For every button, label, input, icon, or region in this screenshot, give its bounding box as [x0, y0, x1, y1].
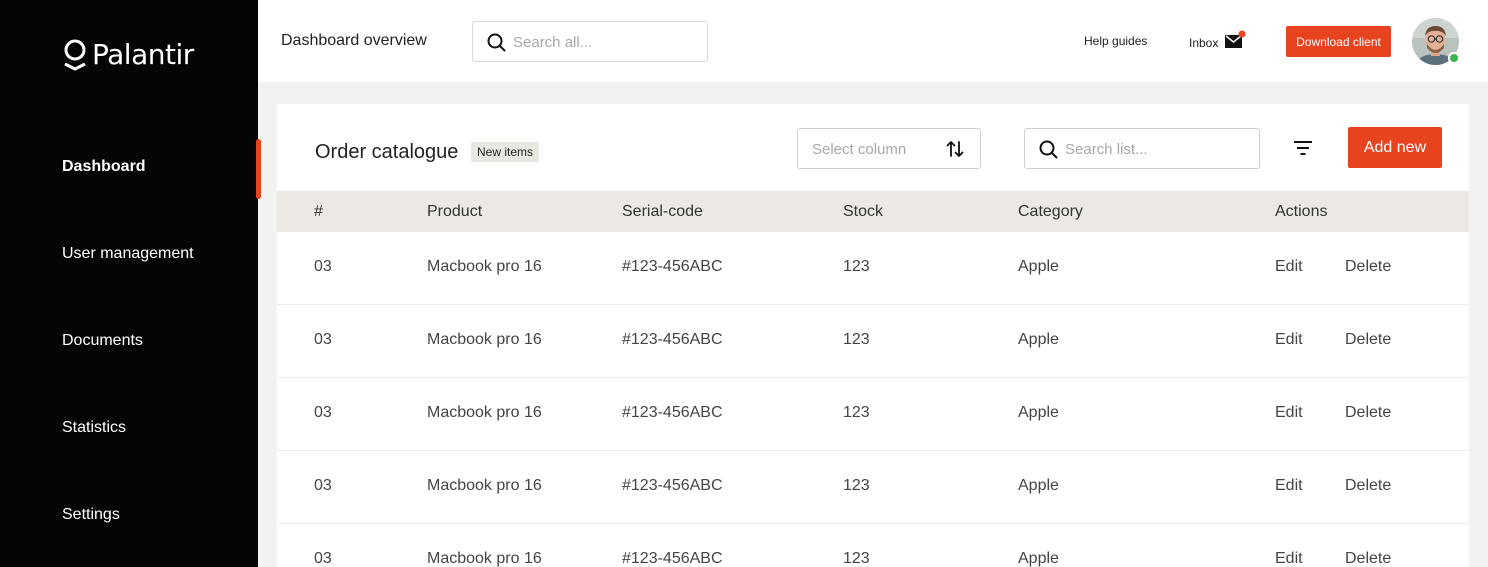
top-bar: Dashboard overview Help guides Inbox Dow…: [258, 0, 1488, 82]
edit-link[interactable]: Edit: [1275, 331, 1303, 349]
cell-number: 03: [314, 477, 332, 494]
cell-number: 03: [314, 331, 332, 348]
cell-stock: 123: [843, 550, 870, 567]
cell-stock: 123: [843, 404, 870, 421]
cell-stock: 123: [843, 477, 870, 494]
order-catalogue-card: Order catalogue New items Select column …: [277, 104, 1469, 567]
column-header-actions: Actions: [1275, 203, 1328, 220]
cell-product: Macbook pro 16: [427, 404, 542, 421]
table-row: 03 Macbook pro 16 #123-456ABC 123 Apple …: [277, 378, 1469, 451]
table-header: # Product Serial-code Stock Category Act…: [277, 191, 1469, 232]
cell-number: 03: [314, 550, 332, 567]
table-row: 03 Macbook pro 16 #123-456ABC 123 Apple …: [277, 451, 1469, 524]
delete-link[interactable]: Delete: [1345, 331, 1391, 349]
delete-link[interactable]: Delete: [1345, 404, 1391, 422]
list-search[interactable]: [1024, 128, 1260, 169]
online-status-dot: [1448, 52, 1460, 64]
cell-product: Macbook pro 16: [427, 331, 542, 348]
inbox-label: Inbox: [1189, 35, 1219, 50]
global-search[interactable]: [472, 21, 708, 62]
cell-number: 03: [314, 258, 332, 275]
cell-category: Apple: [1018, 550, 1059, 567]
delete-link[interactable]: Delete: [1345, 477, 1391, 495]
sidebar-item-statistics[interactable]: Statistics: [62, 419, 126, 437]
cell-serial-code: #123-456ABC: [622, 477, 723, 494]
table-row: 03 Macbook pro 16 #123-456ABC 123 Apple …: [277, 305, 1469, 378]
cell-category: Apple: [1018, 258, 1059, 275]
table-row: 03 Macbook pro 16 #123-456ABC 123 Apple …: [277, 524, 1469, 567]
delete-link[interactable]: Delete: [1345, 258, 1391, 276]
inbox-icon: [1224, 30, 1246, 55]
cell-number: 03: [314, 404, 332, 421]
list-search-input[interactable]: [1065, 138, 1245, 160]
sidebar-item-dashboard[interactable]: Dashboard: [62, 158, 146, 176]
edit-link[interactable]: Edit: [1275, 550, 1303, 567]
edit-link[interactable]: Edit: [1275, 404, 1303, 422]
sort-icon: [946, 140, 964, 163]
sidebar-item-user-management[interactable]: User management: [62, 245, 194, 263]
edit-link[interactable]: Edit: [1275, 477, 1303, 495]
select-column-value: Select column: [812, 141, 907, 158]
download-client-button[interactable]: Download client: [1286, 26, 1391, 57]
column-header-serial-code[interactable]: Serial-code: [622, 203, 703, 221]
column-header-number[interactable]: #: [314, 203, 323, 221]
sidebar-item-settings[interactable]: Settings: [62, 506, 120, 524]
cell-serial-code: #123-456ABC: [622, 331, 723, 348]
cell-serial-code: #123-456ABC: [622, 258, 723, 275]
delete-link[interactable]: Delete: [1345, 550, 1391, 567]
help-guides-link[interactable]: Help guides: [1084, 34, 1147, 48]
sidebar-item-documents[interactable]: Documents: [62, 332, 143, 350]
cell-serial-code: #123-456ABC: [622, 550, 723, 567]
global-search-input[interactable]: [513, 31, 693, 53]
cell-category: Apple: [1018, 331, 1059, 348]
cell-category: Apple: [1018, 404, 1059, 421]
brand-name: Palantir: [92, 38, 194, 71]
cell-serial-code: #123-456ABC: [622, 404, 723, 421]
filter-icon[interactable]: [1293, 140, 1313, 161]
cell-category: Apple: [1018, 477, 1059, 494]
cell-stock: 123: [843, 258, 870, 275]
table-row: 03 Macbook pro 16 #123-456ABC 123 Apple …: [277, 232, 1469, 305]
edit-link[interactable]: Edit: [1275, 258, 1303, 276]
search-icon: [487, 33, 506, 57]
inbox-button[interactable]: Inbox: [1189, 30, 1246, 55]
new-items-badge: New items: [471, 142, 540, 162]
cell-product: Macbook pro 16: [427, 258, 542, 275]
brand-logo[interactable]: Palantir: [62, 38, 194, 71]
cell-product: Macbook pro 16: [427, 477, 542, 494]
cell-stock: 123: [843, 331, 870, 348]
add-new-button[interactable]: Add new: [1348, 127, 1442, 168]
column-header-stock[interactable]: Stock: [843, 203, 883, 221]
search-icon: [1039, 140, 1058, 164]
card-title: Order catalogue: [315, 141, 459, 163]
page-title: Dashboard overview: [281, 32, 427, 49]
cell-product: Macbook pro 16: [427, 550, 542, 567]
palantir-logo-icon: [62, 39, 88, 71]
select-column-dropdown[interactable]: Select column: [797, 128, 981, 169]
column-header-category[interactable]: Category: [1018, 203, 1083, 221]
column-header-product[interactable]: Product: [427, 203, 482, 221]
sidebar: Palantir Dashboard User management Docum…: [0, 0, 258, 567]
active-nav-indicator: [256, 139, 261, 199]
